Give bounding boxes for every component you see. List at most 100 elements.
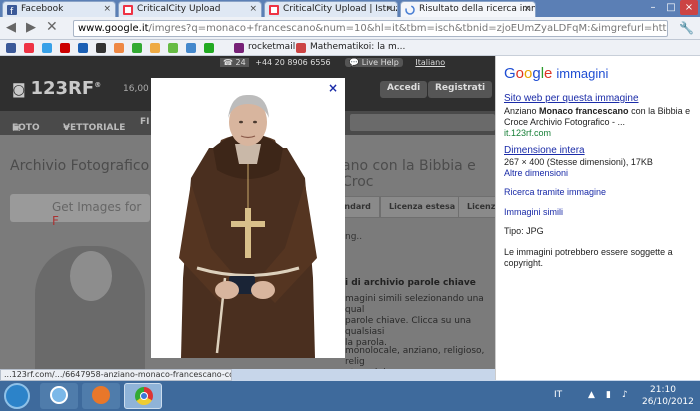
website-link[interactable]: Sito web per questa immagine xyxy=(504,93,639,104)
criticalcity-icon xyxy=(269,5,279,15)
volume-icon[interactable]: ♪ xyxy=(622,390,628,400)
page-title-left: Archivio Fotografico xyxy=(10,158,150,174)
firefox-taskbar-icon[interactable] xyxy=(82,383,120,409)
close-tab-icon[interactable]: × xyxy=(523,4,531,14)
stop-icon[interactable]: ✕ xyxy=(46,20,58,34)
language-selector[interactable]: Italiano xyxy=(415,58,445,67)
close-tab-icon[interactable]: × xyxy=(249,4,257,14)
clock-time[interactable]: 21:10 xyxy=(650,385,676,395)
nav-label: VETTORIALE xyxy=(63,123,126,133)
bookmark-icon[interactable] xyxy=(114,43,124,53)
logo-letter: G xyxy=(504,65,516,82)
screen: f Facebook × CriticalCity Upload × Criti… xyxy=(0,0,700,411)
login-button[interactable]: Accedi xyxy=(380,81,428,98)
bookmarks-bar: rocketmail Mathematikoi: la m... xyxy=(0,40,700,56)
wrench-icon[interactable]: 🔧 xyxy=(679,21,694,35)
rocketmail-icon xyxy=(234,43,244,53)
search-by-image-link[interactable]: Ricerca tramite immagine xyxy=(504,187,606,197)
facebook-bookmark-icon[interactable] xyxy=(6,43,16,53)
clock-date[interactable]: 26/10/2012 xyxy=(642,397,694,407)
bookmark-icon[interactable] xyxy=(132,43,142,53)
back-icon[interactable]: ◀ xyxy=(6,21,16,35)
camera-icon: ◙ xyxy=(12,82,31,98)
bookmark-icon[interactable] xyxy=(78,43,88,53)
site-search-box[interactable] xyxy=(350,114,495,131)
language-indicator[interactable]: IT xyxy=(554,390,562,400)
status-bar: ...123rf.com/.../6647958-anziano-monaco-… xyxy=(0,369,232,381)
image-dimensions: 267 × 400 (Stesse dimensioni), 17KB xyxy=(504,157,653,167)
bookmark-icon[interactable] xyxy=(96,43,106,53)
bookmark-icon[interactable] xyxy=(204,43,214,53)
bookmark-icon[interactable] xyxy=(150,43,160,53)
facebook-icon: f xyxy=(7,5,17,15)
logo-letter: o xyxy=(515,65,525,82)
copyright-notice: Le immagini potrebbero essere soggette a… xyxy=(504,247,673,268)
close-tab-icon[interactable]: × xyxy=(103,4,111,14)
close-window-icon[interactable]: × xyxy=(680,0,698,15)
tab-label: Facebook xyxy=(21,4,64,14)
bookmark-icon[interactable] xyxy=(186,43,196,53)
google-images-logo[interactable]: Google immagini xyxy=(504,65,608,82)
tab-label: Risultato della ricerca imm xyxy=(419,4,536,14)
tab-bar: f Facebook × CriticalCity Upload × Criti… xyxy=(0,0,700,17)
address-domain: www.google.it xyxy=(78,23,149,34)
tab-facebook[interactable]: f Facebook × xyxy=(2,1,116,17)
close-tab-icon[interactable]: × xyxy=(385,4,393,14)
close-popup-icon[interactable]: × xyxy=(328,81,338,95)
address-bar[interactable]: www.google.it/imgres?q=monaco+francescan… xyxy=(73,20,668,37)
keywords-heading: i di archivio parole chiave xyxy=(345,278,476,288)
minimize-icon[interactable]: – xyxy=(644,0,662,15)
nav-footage[interactable]: FI xyxy=(140,117,150,127)
phone-icon: ☎ 24 xyxy=(220,58,249,67)
tray-arrow-icon[interactable]: ▲ xyxy=(588,390,595,400)
get-images-label: Get Images for xyxy=(52,200,142,214)
chat-icon: 💬 xyxy=(349,58,362,67)
itunes-taskbar-icon[interactable] xyxy=(40,383,78,409)
get-images-accent: F xyxy=(52,214,59,228)
get-images-button[interactable]: Get Images for F xyxy=(10,194,150,228)
windows-taskbar: IT ▲ ▮ ♪ 21:10 26/10/2012 xyxy=(0,381,700,411)
bookmark-rocketmail[interactable]: rocketmail xyxy=(248,42,295,52)
maximize-icon[interactable]: □ xyxy=(662,0,680,15)
network-icon[interactable]: ▮ xyxy=(606,390,611,400)
keywords-instructions: magini simili selezionando una qual paro… xyxy=(345,294,484,348)
full-size-link[interactable]: Dimensione intera xyxy=(504,145,585,156)
similar-images-link[interactable]: Immagini simili xyxy=(504,207,563,217)
register-button[interactable]: Registrati xyxy=(428,81,493,98)
twitter-bookmark-icon[interactable] xyxy=(42,43,52,53)
license-extended-tab[interactable]: Licenza estesa xyxy=(380,196,465,218)
image-count: 16,00 xyxy=(123,84,149,94)
chrome-taskbar-icon[interactable] xyxy=(124,383,162,409)
tab-label: CriticalCity Upload | Istruz xyxy=(283,4,398,14)
tab-google-images[interactable]: Risultato della ricerca imm × xyxy=(400,1,536,17)
other-sizes-link[interactable]: Altre dimensioni xyxy=(504,168,568,178)
address-path: /imgres?q=monaco+francescano&num=10&hl=i… xyxy=(148,23,668,34)
google-image-details: Google immagini Sito web per questa immag… xyxy=(495,56,700,380)
logo-letter: e xyxy=(544,65,553,82)
criticalcity-icon xyxy=(123,5,133,15)
browser-toolbar: ◀ ▶ ✕ www.google.it/imgres?q=monaco+fran… xyxy=(0,17,700,40)
loading-text: ng.. xyxy=(345,232,363,242)
desc-bold: Monaco francescano xyxy=(539,106,629,116)
tab-criticalcity-upload[interactable]: CriticalCity Upload × xyxy=(118,1,262,17)
page-title-right: ano con la Bibbia e Croc xyxy=(342,158,476,190)
monk-image[interactable] xyxy=(151,78,345,358)
start-button-icon[interactable] xyxy=(4,383,30,409)
youtube-bookmark-icon[interactable] xyxy=(60,43,70,53)
image-preview-popup[interactable] xyxy=(151,78,345,358)
bookmark-icon[interactable] xyxy=(168,43,178,53)
bookmark-mathematikoi[interactable]: Mathematikoi: la m... xyxy=(310,42,405,52)
keywords-list[interactable]: monolocale, anziano, religioso, relig nt… xyxy=(345,346,495,369)
criticalcity-bookmark-icon[interactable] xyxy=(24,43,34,53)
logo-text: 123RF xyxy=(30,78,95,99)
tab-criticalcity-istruz[interactable]: CriticalCity Upload | Istruz × xyxy=(264,1,398,17)
license-tab[interactable]: Licenza xyxy=(458,196,495,218)
desc-text: Anziano xyxy=(504,106,540,116)
contact-strip: ☎ 24 +44 20 8906 6556 💬 Live Help Italia… xyxy=(220,58,445,71)
image-description: Anziano Monaco francescano con la Bibbia… xyxy=(504,106,694,128)
live-help-label: Live Help xyxy=(361,58,399,67)
live-help-button[interactable]: 💬 Live Help xyxy=(345,58,403,67)
site-logo[interactable]: ◙ 123RF® xyxy=(12,78,101,99)
forward-icon[interactable]: ▶ xyxy=(26,21,36,35)
logo-letter: g xyxy=(532,65,541,82)
